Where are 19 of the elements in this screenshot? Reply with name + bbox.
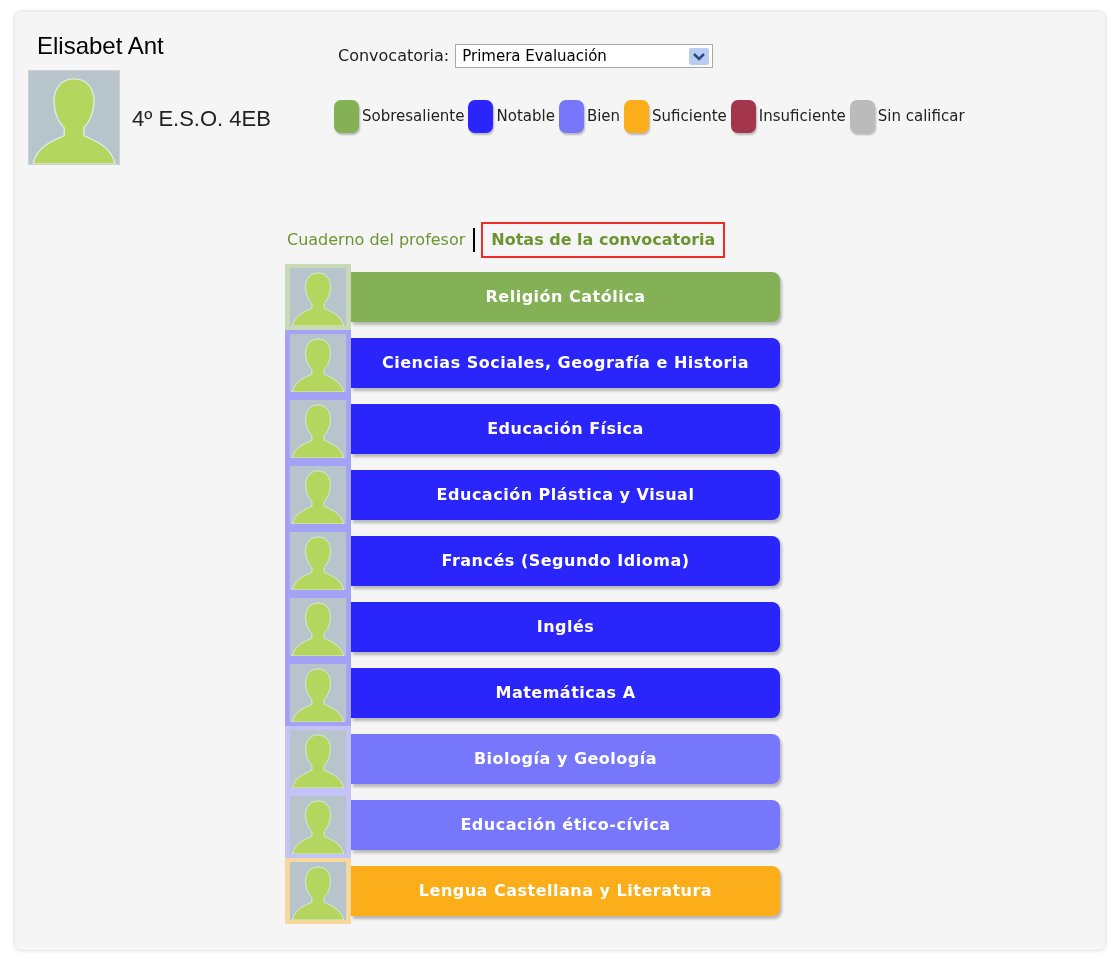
student-group: 4º E.S.O. 4EB: [132, 102, 271, 135]
legend-label: Suficiente: [652, 106, 727, 128]
legend-label: Sobresaliente: [362, 106, 465, 128]
legend-label: Notable: [496, 106, 555, 128]
subject-button[interactable]: Francés (Segundo Idioma): [351, 536, 780, 586]
subject-button[interactable]: Inglés: [351, 602, 780, 652]
convocatoria-label: Convocatoria:: [338, 45, 450, 67]
subject-button[interactable]: Biología y Geología: [351, 734, 780, 784]
convocatoria-select[interactable]: Primera Evaluación: [455, 44, 714, 68]
student-name: Elisabet Ant: [37, 32, 165, 60]
avatar-icon: [29, 71, 119, 164]
subject-button[interactable]: Matemáticas A: [351, 668, 780, 718]
subject-button[interactable]: Ciencias Sociales, Geografía e Historia: [351, 338, 780, 388]
subject-button[interactable]: Educación Plástica y Visual: [351, 470, 780, 520]
legend-label: Insuficiente: [758, 106, 846, 128]
legend-label: Bien: [586, 106, 621, 128]
subject-button[interactable]: Educación Física: [351, 404, 780, 454]
subject-button[interactable]: Educación ético-cívica: [351, 800, 780, 850]
legend-label: Sin calificar: [877, 106, 965, 128]
